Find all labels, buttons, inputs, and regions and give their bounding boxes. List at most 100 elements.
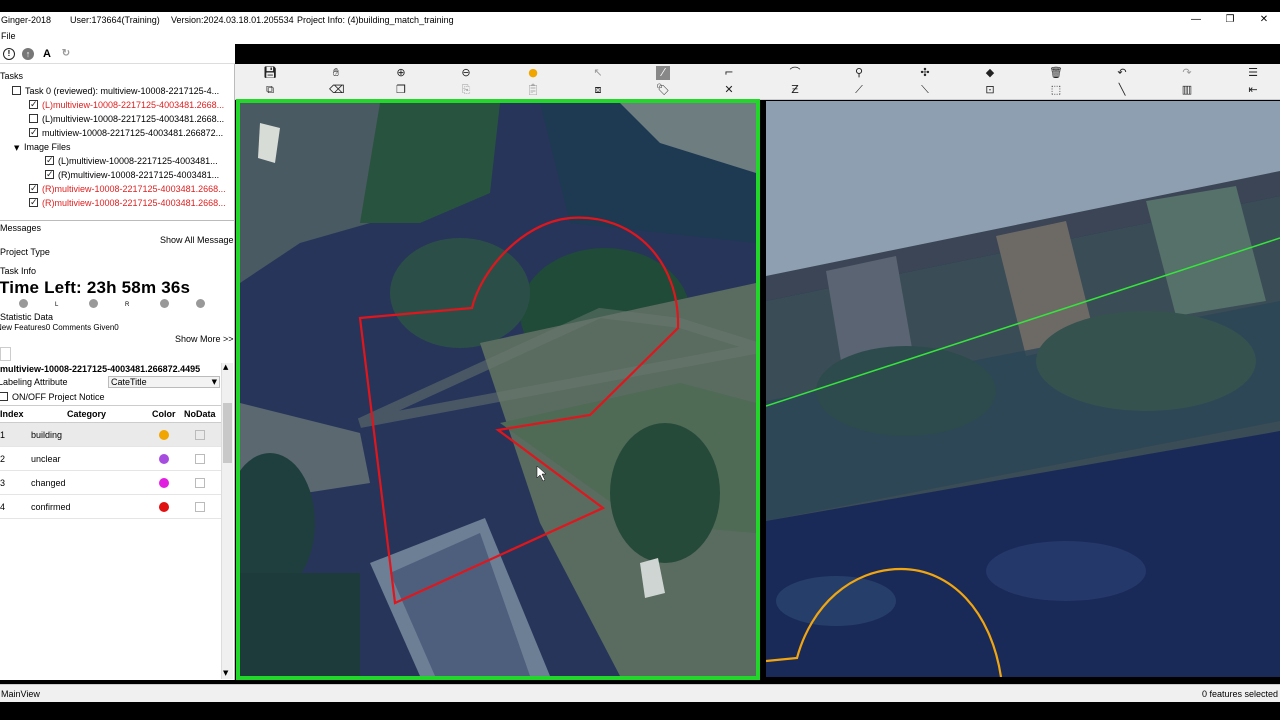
task-info-label: Task Info — [0, 266, 37, 276]
checkbox[interactable] — [29, 114, 38, 123]
tree-item-image[interactable]: (R)multiview-10008-2217125-4003481... — [45, 168, 219, 182]
show-more-link[interactable]: Show More >> — [175, 332, 234, 346]
category-row[interactable]: 1 building — [0, 423, 222, 447]
header-color: Color — [152, 409, 176, 419]
curve-icon[interactable]: ⌒ — [788, 66, 802, 80]
cut-icon[interactable]: ✕ — [722, 83, 736, 97]
redo-icon[interactable]: ↷ — [1180, 66, 1194, 80]
category-row[interactable]: 4 confirmed — [0, 495, 222, 519]
project-notice-toggle[interactable]: ON/OFF Project Notice — [0, 390, 105, 404]
show-all-messages-link[interactable]: Show All Messages — [160, 233, 234, 247]
copy-icon[interactable]: ❐ — [394, 83, 408, 97]
checkbox[interactable] — [29, 182, 38, 196]
scroll-thumb[interactable] — [223, 403, 232, 463]
right-image-view[interactable] — [766, 101, 1280, 677]
status-dot — [160, 299, 169, 308]
messages-label: Messages — [0, 223, 42, 233]
status-dot — [89, 299, 98, 308]
up-arrow-icon[interactable]: ↑ — [22, 48, 34, 60]
project-info: Project Info: (4)building_match_training — [297, 15, 454, 25]
merge-icon[interactable]: ⧉ — [263, 83, 277, 97]
info-icon[interactable]: ! — [3, 48, 15, 60]
category-table-header: Index Category Color NoData — [0, 405, 222, 423]
pin-icon[interactable]: ⚲ — [852, 66, 866, 80]
color-swatch[interactable] — [159, 430, 169, 440]
collapse-arrow-icon[interactable]: ▼ — [14, 141, 24, 155]
close-button[interactable]: ✕ — [1257, 12, 1271, 28]
save-icon[interactable]: 💾︎ — [263, 66, 277, 80]
eraser-icon[interactable]: ◆ — [983, 66, 997, 80]
delete-icon[interactable]: 🗑︎ — [1049, 66, 1063, 80]
tree-item-task[interactable]: Task 0 (reviewed): multiview-10008-22171… — [12, 84, 219, 98]
nodata-checkbox[interactable] — [195, 502, 205, 512]
refresh-icon[interactable]: ↻ — [60, 48, 72, 60]
tree-item-file[interactable]: (L)multiview-10008-2217125-4003481.2668.… — [29, 112, 224, 126]
move-icon[interactable]: ✣ — [918, 66, 932, 80]
tree-item-image-files[interactable]: ▼ Image Files — [14, 140, 71, 154]
scroll-down-icon[interactable]: ▼ — [223, 669, 228, 677]
user-info: User:173664(Training) — [70, 15, 160, 25]
zoom-in-icon[interactable]: ⊕ — [394, 66, 408, 80]
checkbox[interactable] — [12, 86, 21, 95]
quick-toolbar: ! ↑ A ↻ — [0, 44, 235, 64]
split-icon[interactable]: Ƶ — [788, 83, 802, 97]
dot-label-r: R — [125, 302, 130, 308]
main-toolbar: 💾︎ ✋︎ ⊕ ⊖ ● ↖ ⁄ ⌐ ⌒ ⚲ ✣ ◆ 🗑︎ ↶ ↷ ☰ ⧉ ⌫ ❐… — [235, 64, 1280, 100]
clipboard-icon[interactable]: 📋︎ — [526, 83, 540, 97]
tree-item-file[interactable]: (R)multiview-10008-2217125-4003481.2668.… — [29, 196, 226, 210]
color-swatch[interactable] — [159, 454, 169, 464]
undo-icon[interactable]: ↶ — [1115, 66, 1129, 80]
nodata-checkbox[interactable] — [195, 430, 205, 440]
color-swatch[interactable] — [159, 478, 169, 488]
category-row[interactable]: 2 unclear — [0, 447, 222, 471]
small-tab[interactable] — [0, 347, 11, 361]
nodata-checkbox[interactable] — [195, 478, 205, 488]
font-icon[interactable]: A — [41, 48, 53, 60]
polyline-icon[interactable]: ⌐ — [722, 66, 736, 80]
status-view-name: MainView — [1, 689, 40, 699]
tree-item-file[interactable]: multiview-10008-2217125-4003481.266872..… — [29, 126, 223, 140]
menu-list-icon[interactable]: ☰ — [1246, 66, 1260, 80]
color-swatch[interactable] — [159, 502, 169, 512]
labeling-attribute-select[interactable]: CateTitle ▼ — [108, 376, 220, 388]
checkbox[interactable] — [29, 126, 38, 140]
maximize-button[interactable]: ❐ — [1223, 12, 1237, 28]
toggle-panel-icon[interactable]: ⇤ — [1246, 83, 1260, 97]
delete-layer-icon[interactable]: ⌫ — [329, 83, 345, 97]
tasks-label: Tasks — [0, 71, 24, 81]
labeling-attribute-label: Labeling Attribute — [0, 377, 68, 387]
minimize-button[interactable]: — — [1189, 12, 1203, 28]
left-image-view[interactable] — [236, 99, 760, 680]
menu-file[interactable]: File — [1, 31, 16, 41]
remove-vertex-icon[interactable]: ⟍ — [918, 83, 932, 97]
table-scrollbar[interactable]: ▲ ▼ — [221, 363, 233, 679]
time-left: Time Left: 23h 58m 36s — [0, 278, 191, 297]
add-vertex-icon[interactable]: ⟋ — [852, 83, 866, 97]
line-tool-icon[interactable]: ⁄ — [656, 66, 670, 80]
tree-item-file[interactable]: (R)multiview-10008-2217125-4003481.2668.… — [29, 182, 226, 196]
bounding-box-icon[interactable]: ⬚ — [1049, 83, 1063, 97]
select-arrow-icon[interactable]: ↖ — [591, 66, 605, 80]
sync-view-icon[interactable]: ▥ — [1180, 83, 1194, 97]
checkbox[interactable] — [45, 168, 54, 182]
file-name: multiview-10008-2217125-4003481.266872.4… — [0, 364, 201, 374]
dot-label-l: L — [55, 302, 59, 308]
category-row[interactable]: 3 changed — [0, 471, 222, 495]
zoom-out-icon[interactable]: ⊖ — [459, 66, 473, 80]
scroll-up-icon[interactable]: ▲ — [223, 363, 228, 371]
straight-line-icon[interactable]: ╲ — [1115, 83, 1129, 97]
checkbox[interactable] — [0, 392, 8, 401]
tag-icon[interactable]: 🏷︎ — [656, 83, 670, 97]
point-icon[interactable]: ● — [526, 66, 540, 80]
layers-icon[interactable]: ⧈ — [591, 83, 605, 97]
nodata-checkbox[interactable] — [195, 454, 205, 464]
checkbox[interactable] — [45, 154, 54, 168]
center-icon[interactable]: ⊡ — [983, 83, 997, 97]
checkbox[interactable] — [29, 98, 38, 112]
tree-item-image[interactable]: (L)multiview-10008-2217125-4003481... — [45, 154, 218, 168]
paste-icon[interactable]: ⎘ — [459, 83, 473, 97]
checkbox[interactable] — [29, 196, 38, 210]
header-nodata: NoData — [184, 409, 216, 419]
pan-hand-icon[interactable]: ✋︎ — [329, 66, 343, 80]
tree-item-file[interactable]: (L)multiview-10008-2217125-4003481.2668.… — [29, 98, 224, 112]
